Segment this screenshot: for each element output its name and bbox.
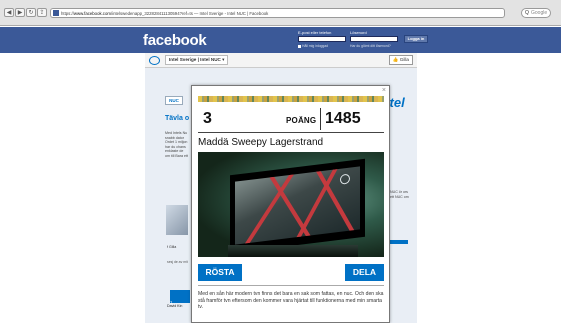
entry-description: Med en sån här modern tvn finns det bara… [198,291,384,311]
tab-nuc[interactable]: NUC [165,96,183,105]
facebook-header: facebook E-post eller telefon Lösenord L… [0,27,561,53]
channel-logo-icon [340,173,350,185]
browser-toolbar: ◀ ▶ ↻ ⇪ https://www.facebook.com/intelsw… [0,0,561,26]
search-icon: Q [525,10,529,16]
vote-button[interactable]: RÖSTA [198,264,242,281]
divider [198,132,384,133]
tv-screen [230,158,365,254]
remember-me-checkbox[interactable]: Håll mig inloggad [298,44,328,48]
intel-logo-icon [149,56,160,65]
entry-photo [198,152,384,257]
email-label: E-post eller telefon [298,30,332,35]
points-value: 1485 [325,110,361,127]
nuc-product-image [166,205,188,235]
leaderboard-banner [170,290,190,303]
entries-strip[interactable] [198,96,384,102]
address-bar[interactable]: https://www.facebook.com/intelswedenapp_… [50,8,505,18]
entry-title: Maddä Sweepy Lagerstrand [198,137,324,148]
app-header-bar: Intel Sverige | Intel NUC ▾ 👍 Gilla [145,53,417,68]
share-icon[interactable]: ⇪ [37,8,47,17]
email-field[interactable] [298,36,346,42]
entry-rank: 3 [203,110,212,127]
side-text: NUC ör ors ett NUC om [390,190,409,199]
facebook-logo[interactable]: facebook [143,32,207,49]
like-page-button[interactable]: 👍 Gilla [388,55,413,65]
share-button[interactable]: DELA [345,264,384,281]
password-label: Lösenord [350,30,367,35]
url-text: https://www.facebook.com/intelswedenapp_… [61,11,269,16]
forward-button[interactable]: ▶ [15,8,25,17]
password-field[interactable] [350,36,398,42]
close-icon[interactable]: × [382,87,386,94]
reload-button[interactable]: ↻ [26,8,36,17]
points-label: POÄNG [286,116,317,125]
app-page-selector[interactable]: Intel Sverige | Intel NUC ▾ [165,55,229,65]
login-button[interactable]: Logga in [404,35,428,43]
leaderboard-name[interactable]: David Kin [167,304,182,308]
divider [198,285,384,286]
intro-text: Med Intels Nu snabb dator Ordet 1 miljon… [165,131,188,158]
forgot-password-link[interactable]: Har du glömt ditt lösenord? [350,44,391,48]
back-button[interactable]: ◀ [4,8,14,17]
search-input[interactable]: Q Google [521,8,551,18]
tv-stand [228,245,358,257]
divider [320,108,321,130]
entry-modal: × 3 POÄNG 1485 Maddä Sweepy Lagerstrand … [191,85,390,323]
facebook-favicon-icon [53,10,59,16]
small-text: sesj de av mit [167,260,188,264]
contest-heading: Tävla o [165,115,190,122]
side-button[interactable] [390,240,408,244]
like-button[interactable]: f Gilla [167,245,176,249]
